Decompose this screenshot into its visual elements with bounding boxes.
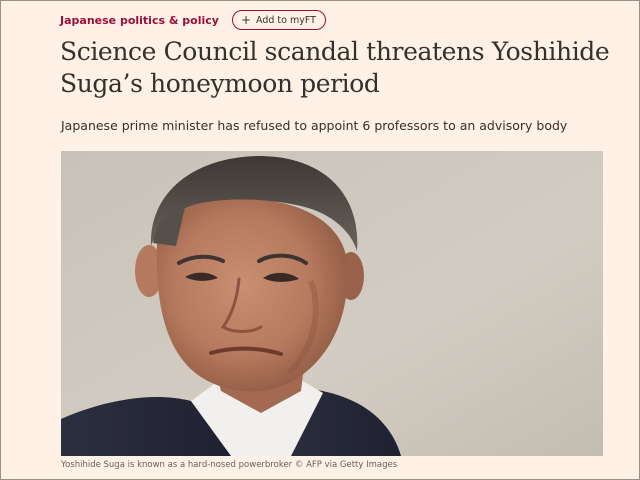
article-photo — [61, 151, 603, 456]
photo-caption: Yoshihide Suga is known as a hard-nosed … — [61, 460, 398, 470]
article-meta: Japanese politics & policy + Add to myFT — [60, 9, 326, 31]
add-to-myft-button[interactable]: + Add to myFT — [231, 10, 326, 30]
add-to-myft-label: Add to myFT — [256, 14, 316, 26]
article-headline: Science Council scandal threatens Yoshih… — [60, 37, 610, 98]
plus-icon: + — [240, 13, 251, 27]
article-standfirst: Japanese prime minister has refused to a… — [61, 118, 568, 133]
topic-link[interactable]: Japanese politics & policy — [60, 14, 219, 27]
